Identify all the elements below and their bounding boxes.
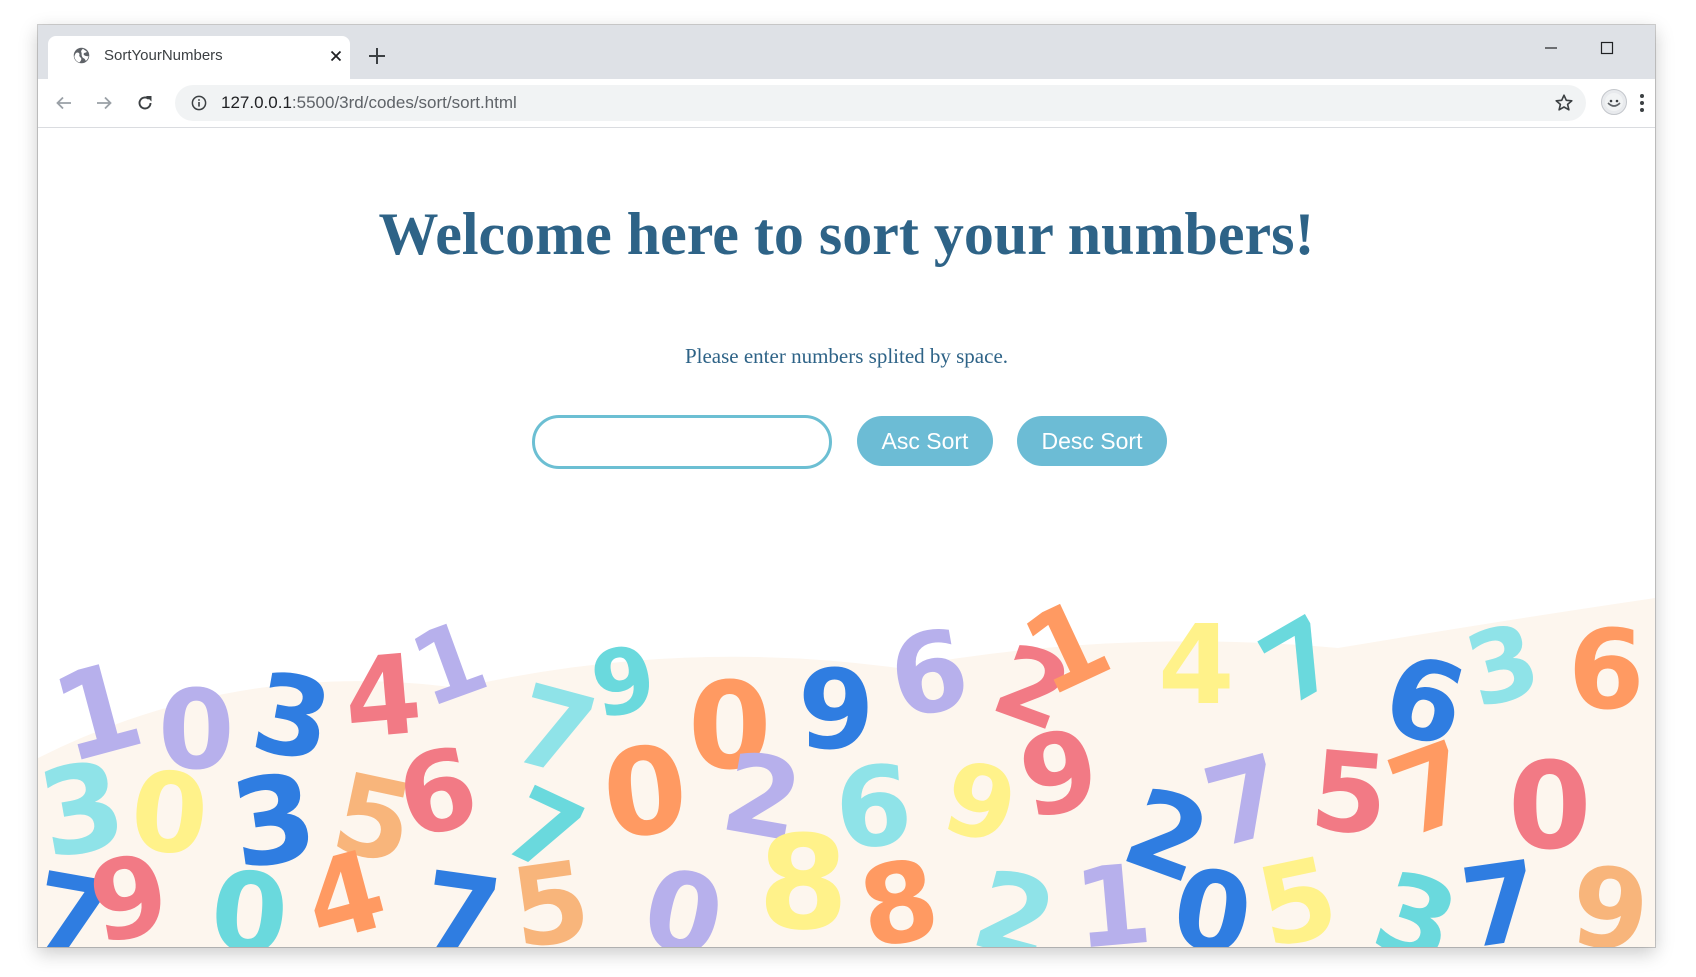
numbers-input[interactable] xyxy=(532,415,832,469)
back-button[interactable] xyxy=(50,89,78,117)
forward-button[interactable] xyxy=(90,89,118,117)
address-bar[interactable]: 127.0.0.1:5500/3rd/codes/sort/sort.html xyxy=(175,85,1586,121)
svg-text:4: 4 xyxy=(1158,601,1235,729)
profile-avatar[interactable] xyxy=(1601,89,1627,115)
svg-text:8: 8 xyxy=(758,807,848,947)
maximize-button[interactable] xyxy=(1584,33,1630,63)
instruction-text: Please enter numbers splited by space. xyxy=(684,344,1009,368)
reload-button[interactable] xyxy=(131,89,159,117)
reload-icon xyxy=(138,96,152,110)
minimize-button[interactable] xyxy=(1528,33,1574,63)
globe-icon xyxy=(73,47,90,64)
svg-text:0: 0 xyxy=(597,720,695,867)
profile-icon xyxy=(1605,93,1623,111)
url-text[interactable]: 127.0.0.1:5500/3rd/codes/sort/sort.html xyxy=(221,93,517,113)
foam-numbers-image: 1 0 3 4 1 7 9 0 9 6 2 1 4 7 6 3 6 3 0 3 xyxy=(38,598,1655,947)
tab-strip: SortYourNumbers xyxy=(38,25,1655,79)
svg-text:9: 9 xyxy=(1565,842,1655,947)
tab-close-icon[interactable] xyxy=(328,48,344,64)
star-icon[interactable] xyxy=(1554,93,1574,113)
browser-tab[interactable]: SortYourNumbers xyxy=(48,36,350,79)
more-vert-icon[interactable] xyxy=(1636,91,1648,115)
forward-arrow-icon xyxy=(97,96,112,110)
page-content: Welcome here to sort your numbers! Pleas… xyxy=(38,128,1655,947)
info-icon[interactable] xyxy=(191,95,207,111)
close-window-button[interactable] xyxy=(1640,33,1655,63)
maximize-icon xyxy=(1600,41,1614,55)
url-path: :5500/3rd/codes/sort/sort.html xyxy=(291,93,517,112)
back-arrow-icon xyxy=(56,96,71,110)
browser-toolbar: 127.0.0.1:5500/3rd/codes/sort/sort.html xyxy=(38,79,1655,128)
svg-text:1: 1 xyxy=(1069,840,1156,947)
asc-sort-button[interactable]: Asc Sort xyxy=(857,416,993,466)
svg-text:6: 6 xyxy=(1568,606,1645,734)
number-pile: 1 0 3 4 1 7 9 0 9 6 2 1 4 7 6 3 6 3 0 3 xyxy=(38,598,1655,947)
minimize-icon xyxy=(1545,47,1557,49)
page-heading: Welcome here to sort your numbers! xyxy=(378,201,1315,267)
tab-title: SortYourNumbers xyxy=(104,47,223,64)
svg-text:0: 0 xyxy=(206,846,293,947)
url-host: 127.0.0.1 xyxy=(221,93,292,112)
browser-window: SortYourNumbers 127.0.0.1:5500/3rd/codes… xyxy=(38,25,1655,947)
new-tab-icon[interactable] xyxy=(366,45,388,67)
desc-sort-button[interactable]: Desc Sort xyxy=(1017,416,1167,466)
